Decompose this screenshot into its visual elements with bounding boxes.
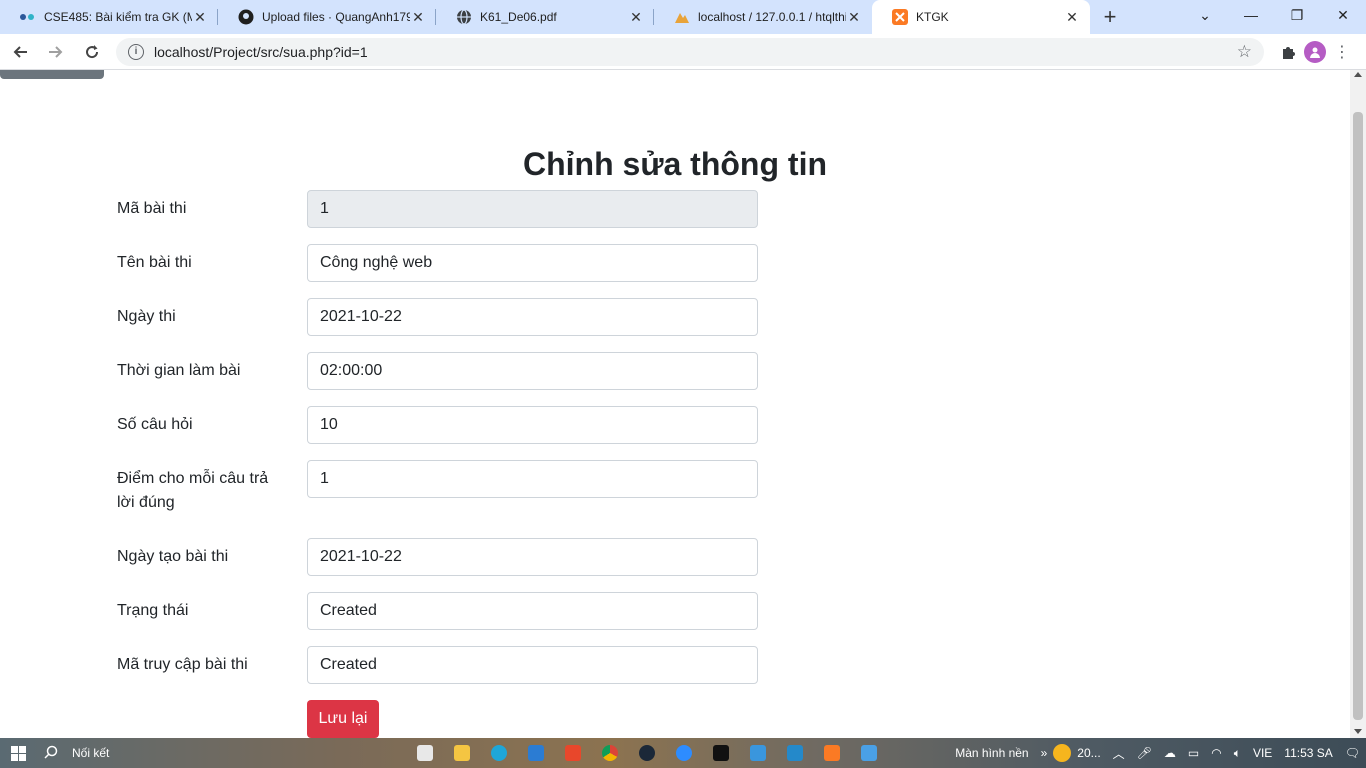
field-label: Tên bài thi bbox=[117, 254, 192, 271]
minimize-icon[interactable]: — bbox=[1228, 0, 1274, 30]
tab-close-icon[interactable]: ✕ bbox=[628, 9, 644, 25]
tab-title: Upload files · QuangAnh1793 bbox=[262, 10, 410, 24]
browser-menu-icon[interactable]: ⋮ bbox=[1326, 36, 1358, 68]
steam-icon[interactable] bbox=[628, 738, 665, 768]
browser-tab[interactable]: K61_De06.pdf ✕ bbox=[436, 0, 654, 34]
reload-icon[interactable] bbox=[76, 36, 108, 68]
exam-name-input[interactable]: Công nghệ web bbox=[307, 244, 758, 282]
xampp-icon bbox=[892, 9, 908, 25]
browser-tab-strip: CSE485: Bài kiểm tra GK (Mã ✕ Upload fil… bbox=[0, 0, 1366, 34]
tab-title: localhost / 127.0.0.1 / htqlthi bbox=[698, 10, 846, 24]
terminal-icon[interactable] bbox=[702, 738, 739, 768]
browser-tab-active[interactable]: KTGK ✕ bbox=[872, 0, 1090, 34]
exam-id-input: 1 bbox=[307, 190, 758, 228]
status-input[interactable]: Created bbox=[307, 592, 758, 630]
scroll-down-arrow-icon[interactable] bbox=[1354, 729, 1362, 734]
volume-icon[interactable]: 🔈︎ bbox=[1234, 746, 1241, 761]
zoom-icon[interactable] bbox=[665, 738, 702, 768]
field-label: Mã truy cập bài thi bbox=[117, 656, 248, 673]
language-indicator[interactable]: VIE bbox=[1253, 746, 1272, 760]
office-icon[interactable] bbox=[554, 738, 591, 768]
page-content: Chỉnh sửa thông tin Mã bài thi 1 Tên bài… bbox=[0, 70, 1350, 738]
field-label: Ngày tạo bài thi bbox=[117, 548, 229, 565]
scroll-up-arrow-icon[interactable] bbox=[1354, 72, 1362, 77]
bookmark-star-icon[interactable]: ☆ bbox=[1237, 42, 1252, 62]
restore-icon[interactable]: ❐ bbox=[1274, 0, 1320, 30]
weather-sun-icon[interactable] bbox=[1053, 744, 1072, 762]
phpmyadmin-icon bbox=[674, 9, 690, 25]
system-tray: Màn hình nền » 20... ︿ 🎤︎ ☁ ▭ ◠ 🔈︎ VIE 1… bbox=[949, 738, 1366, 768]
desktop-label[interactable]: Màn hình nền bbox=[955, 746, 1028, 760]
store-icon[interactable] bbox=[406, 738, 443, 768]
address-bar[interactable]: i localhost/Project/src/sua.php?id=1 ☆ bbox=[116, 37, 1264, 66]
file-explorer-icon[interactable] bbox=[443, 738, 480, 768]
points-per-answer-input[interactable]: 1 bbox=[307, 460, 758, 498]
access-code-input[interactable]: Created bbox=[307, 646, 758, 684]
field-label: Thời gian làm bài bbox=[117, 362, 241, 379]
windows-taskbar: Nối kết Màn hình nền » 20... ︿ 🎤︎ ☁ ▭ ◠ … bbox=[0, 738, 1366, 768]
field-label: Ngày thi bbox=[117, 308, 176, 325]
profile-avatar[interactable] bbox=[1304, 40, 1326, 63]
start-button[interactable] bbox=[0, 738, 36, 768]
notification-icon[interactable]: 🗨︎ bbox=[1345, 746, 1360, 760]
tab-title: KTGK bbox=[916, 10, 949, 24]
edge-icon[interactable] bbox=[480, 738, 517, 768]
windows-logo-icon bbox=[10, 745, 26, 761]
exam-date-input[interactable]: 2021-10-22 bbox=[307, 298, 758, 336]
back-arrow-icon[interactable] bbox=[4, 36, 36, 68]
url-text[interactable]: localhost/Project/src/sua.php?id=1 bbox=[154, 44, 1237, 60]
weather-text[interactable]: 20... bbox=[1077, 746, 1100, 760]
nav-button-stub[interactable] bbox=[0, 70, 104, 79]
field-label: Số câu hỏi bbox=[117, 416, 193, 433]
page-scrollbar[interactable] bbox=[1350, 70, 1366, 738]
page-title: Chỉnh sửa thông tin bbox=[522, 146, 827, 182]
search-placeholder: Nối kết bbox=[72, 746, 110, 760]
field-label: Trạng thái bbox=[117, 602, 189, 619]
extensions-puzzle-icon[interactable] bbox=[1272, 36, 1304, 68]
scrollbar-thumb[interactable] bbox=[1353, 112, 1363, 720]
battery-icon[interactable]: ▭ bbox=[1188, 746, 1199, 760]
question-count-input[interactable]: 10 bbox=[307, 406, 758, 444]
field-label: Mã bài thi bbox=[117, 200, 187, 217]
wifi-icon[interactable]: ◠ bbox=[1211, 746, 1221, 760]
field-label: Điểm cho mỗi câu trả lời đúng bbox=[117, 470, 269, 511]
chrome-icon[interactable] bbox=[591, 738, 628, 768]
photos-icon[interactable] bbox=[850, 738, 887, 768]
tab-title: CSE485: Bài kiểm tra GK (Mã bbox=[44, 10, 192, 24]
tab-close-icon[interactable]: ✕ bbox=[846, 9, 862, 25]
mail-icon[interactable] bbox=[517, 738, 554, 768]
tab-search-chevron-icon[interactable]: ⌄ bbox=[1182, 0, 1228, 30]
browser-tab[interactable]: CSE485: Bài kiểm tra GK (Mã ✕ bbox=[0, 0, 218, 34]
taskbar-apps bbox=[406, 738, 887, 768]
microphone-icon[interactable]: 🎤︎ bbox=[1137, 746, 1152, 760]
duration-input[interactable]: 02:00:00 bbox=[307, 352, 758, 390]
tab-close-icon[interactable]: ✕ bbox=[192, 9, 208, 25]
browser-tab[interactable]: Upload files · QuangAnh1793 ✕ bbox=[218, 0, 436, 34]
teams-dots-icon bbox=[20, 9, 36, 25]
tray-expand-icon[interactable]: » bbox=[1041, 746, 1048, 760]
window-controls: ⌄ — ❐ ✕ bbox=[1182, 0, 1366, 34]
created-date-input[interactable]: 2021-10-22 bbox=[307, 538, 758, 576]
tab-close-icon[interactable]: ✕ bbox=[410, 9, 426, 25]
save-button[interactable]: Lưu lại bbox=[307, 700, 379, 738]
taskbar-search[interactable]: Nối kết bbox=[36, 738, 406, 768]
show-hidden-icons-icon[interactable]: ︿ bbox=[1113, 745, 1125, 762]
new-tab-button[interactable]: + bbox=[1090, 0, 1130, 34]
browser-toolbar: i localhost/Project/src/sua.php?id=1 ☆ ⋮ bbox=[0, 34, 1366, 70]
remote-desktop-icon[interactable] bbox=[739, 738, 776, 768]
xampp-taskbar-icon[interactable] bbox=[813, 738, 850, 768]
cloud-icon[interactable]: ☁ bbox=[1164, 746, 1176, 760]
tab-title: K61_De06.pdf bbox=[480, 10, 557, 24]
site-info-icon[interactable]: i bbox=[128, 43, 144, 60]
github-icon bbox=[238, 9, 254, 25]
vscode-icon[interactable] bbox=[776, 738, 813, 768]
browser-tab[interactable]: localhost / 127.0.0.1 / htqlthi ✕ bbox=[654, 0, 872, 34]
search-icon bbox=[44, 745, 58, 762]
globe-icon bbox=[456, 9, 472, 25]
clock[interactable]: 11:53 SA bbox=[1284, 746, 1332, 760]
window-close-icon[interactable]: ✕ bbox=[1320, 0, 1366, 30]
tab-close-icon[interactable]: ✕ bbox=[1064, 9, 1080, 25]
forward-arrow-icon[interactable] bbox=[40, 36, 72, 68]
